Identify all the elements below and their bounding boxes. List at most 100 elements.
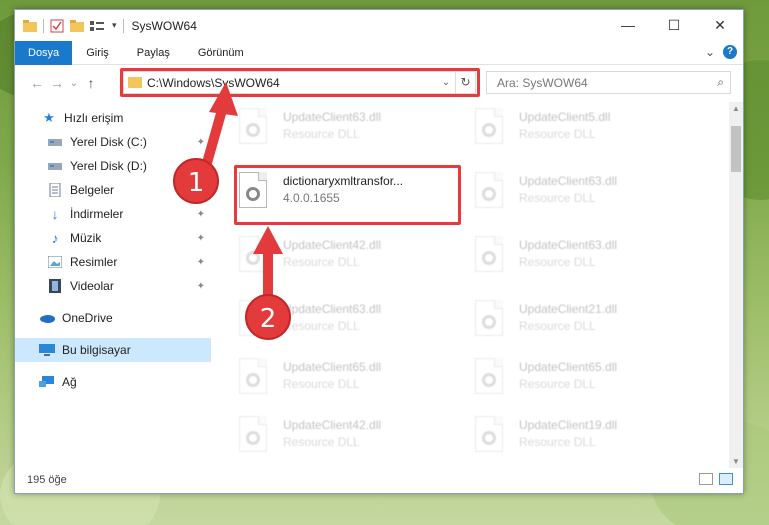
file-item[interactable]: UpdateClient63.dll Resource DLL [239, 102, 459, 158]
maximize-button[interactable]: ☐ [651, 10, 697, 40]
sidebar-item-label: Yerel Disk (D:) [70, 159, 147, 173]
folder-icon [23, 19, 37, 32]
title-bar: ▾ SysWOW64 — ☐ ✕ [15, 10, 743, 41]
cloud-icon [39, 311, 55, 325]
forward-button[interactable]: → [47, 75, 67, 91]
file-item[interactable]: UpdateClient65.dll Resource DLL [475, 352, 695, 408]
scroll-up-icon[interactable]: ▲ [729, 104, 743, 113]
sidebar-item-pictures[interactable]: Resimler ✦ [15, 250, 211, 274]
file-type: Resource DLL [283, 319, 360, 333]
file-type: Resource DLL [519, 435, 596, 449]
file-item[interactable]: UpdateClient19.dll Resource DLL [475, 410, 695, 466]
file-type: Resource DLL [519, 255, 596, 269]
dll-file-icon [239, 236, 271, 276]
pin-icon: ✦ [196, 136, 205, 148]
help-icon[interactable]: ? [723, 45, 737, 59]
separator [122, 18, 124, 33]
recent-locations-button[interactable]: ⌄ [67, 78, 81, 89]
sidebar-item-label: Bu bilgisayar [62, 343, 131, 357]
properties-icon[interactable] [50, 19, 64, 33]
videos-icon [47, 279, 63, 293]
search-input[interactable]: Ara: SysWOW64 ⌕ [486, 71, 731, 94]
dll-file-icon [239, 108, 271, 148]
file-type: Resource DLL [519, 127, 596, 141]
quick-access-toolbar: ▾ [15, 10, 124, 41]
file-type: Resource DLL [519, 377, 596, 391]
dll-file-icon [475, 300, 507, 340]
file-item[interactable]: UpdateClient63.dll Resource DLL [475, 166, 695, 222]
computer-icon [39, 343, 55, 357]
vertical-scrollbar[interactable]: ▲ ▼ [729, 102, 743, 468]
callout-badge-1: 1 [173, 158, 219, 204]
sidebar-item-music[interactable]: ♪ Müzik ✦ [15, 226, 211, 250]
view-toggle [699, 473, 733, 485]
sidebar-item-local-disk-c[interactable]: Yerel Disk (C:) ✦ [15, 130, 211, 154]
sidebar-item-label: Yerel Disk (C:) [70, 135, 147, 149]
file-item[interactable]: UpdateClient42.dll Resource DLL [239, 230, 459, 286]
file-name: UpdateClient65.dll [283, 360, 382, 374]
scrollbar-thumb[interactable] [731, 126, 741, 172]
window-controls: — ☐ ✕ [605, 10, 743, 40]
new-folder-icon[interactable] [70, 19, 84, 32]
sidebar-item-label: OneDrive [62, 311, 113, 325]
sidebar-item-quick-access[interactable]: ★ Hızlı erişim [15, 106, 211, 130]
file-item[interactable]: UpdateClient21.dll Resource DLL [475, 294, 695, 350]
file-name: UpdateClient63.dll [519, 238, 618, 252]
minimize-button[interactable]: — [605, 10, 651, 40]
sidebar-item-network[interactable]: Ağ [15, 370, 211, 394]
tab-view[interactable]: Görünüm [184, 41, 258, 65]
navigation-pane: ★ Hızlı erişim Yerel Disk (C:) ✦ Yerel D… [15, 102, 211, 466]
file-item[interactable]: UpdateClient5.dll Resource DLL [475, 102, 695, 158]
network-icon [39, 375, 55, 389]
dll-file-icon [475, 236, 507, 276]
file-type: Resource DLL [283, 255, 360, 269]
sidebar-item-label: İndirmeler [70, 207, 124, 221]
file-type: Resource DLL [519, 319, 596, 333]
back-button[interactable]: ← [27, 75, 47, 91]
file-name: UpdateClient5.dll [519, 110, 611, 124]
file-name: UpdateClient21.dll [519, 302, 618, 316]
sidebar-item-downloads[interactable]: ↓ İndirmeler ✦ [15, 202, 211, 226]
dll-file-icon [239, 358, 271, 398]
sidebar-item-this-pc[interactable]: Bu bilgisayar [15, 338, 211, 362]
up-button[interactable]: ↑ [81, 75, 101, 91]
star-icon: ★ [43, 110, 55, 125]
sidebar-item-onedrive[interactable]: OneDrive [15, 306, 211, 330]
file-name: UpdateClient42.dll [283, 418, 382, 432]
file-name: UpdateClient63.dll [283, 302, 382, 316]
close-button[interactable]: ✕ [697, 10, 743, 40]
file-type: Resource DLL [519, 191, 596, 205]
sidebar-item-videos[interactable]: Videolar ✦ [15, 274, 211, 298]
customize-toolbar-icon[interactable] [90, 20, 106, 32]
file-name: UpdateClient63.dll [519, 174, 618, 188]
file-name: UpdateClient42.dll [283, 238, 382, 252]
dll-file-icon [475, 358, 507, 398]
file-highlight-box [234, 165, 461, 225]
scroll-down-icon[interactable]: ▼ [729, 457, 743, 466]
dll-file-icon [475, 172, 507, 212]
address-highlight-box [120, 68, 480, 97]
dll-file-icon [239, 416, 271, 456]
file-name: UpdateClient19.dll [519, 418, 618, 432]
details-view-icon[interactable] [699, 473, 713, 485]
documents-icon [47, 183, 63, 197]
expand-ribbon-icon[interactable]: ⌄ [705, 45, 715, 59]
file-item[interactable]: UpdateClient42.dll Resource DLL [239, 410, 459, 466]
tab-home[interactable]: Giriş [72, 41, 123, 65]
dll-file-icon [475, 416, 507, 456]
sidebar-item-label: Ağ [62, 375, 77, 389]
tab-file[interactable]: Dosya [15, 40, 73, 65]
separator [43, 18, 44, 33]
search-placeholder: Ara: SysWOW64 [497, 75, 588, 90]
sidebar-item-label: Resimler [70, 255, 118, 269]
sidebar-item-label: Belgeler [70, 183, 115, 197]
file-name: UpdateClient63.dll [283, 110, 382, 124]
file-explorer-window: ▾ SysWOW64 — ☐ ✕ Dosya Giriş Paylaş Görü… [14, 9, 744, 494]
pin-icon: ✦ [196, 280, 205, 292]
file-item[interactable]: UpdateClient65.dll Resource DLL [239, 352, 459, 408]
dll-file-icon [475, 108, 507, 148]
chevron-down-icon[interactable]: ▾ [112, 20, 117, 31]
tiles-view-icon[interactable] [719, 473, 733, 485]
file-item[interactable]: UpdateClient63.dll Resource DLL [475, 230, 695, 286]
tab-share[interactable]: Paylaş [123, 41, 184, 65]
